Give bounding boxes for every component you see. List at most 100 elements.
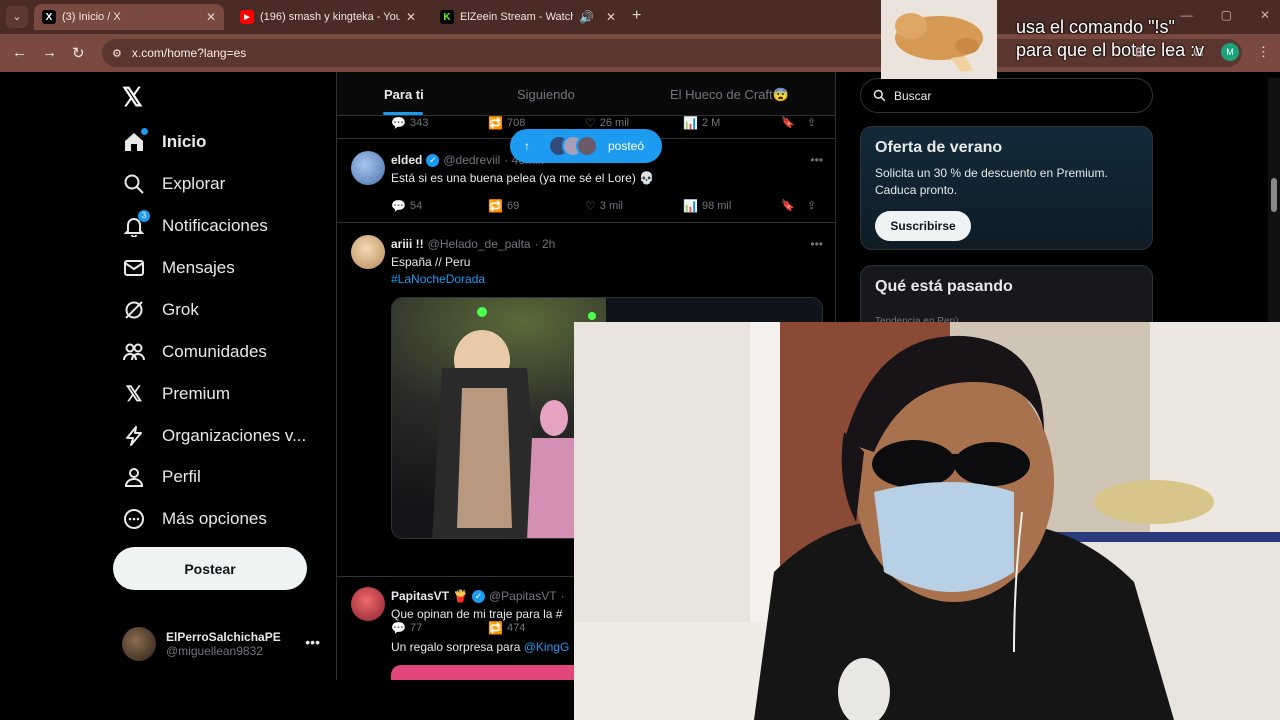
close-icon[interactable]: ✕ (606, 10, 616, 24)
sidebar-item-label: Grok (162, 300, 199, 319)
tab-para-ti[interactable]: Para ti (384, 87, 424, 102)
search-icon (873, 89, 886, 102)
premium-title: Oferta de verano (875, 139, 1003, 156)
site-info-icon[interactable]: ⚙ (112, 47, 122, 60)
search-placeholder: Buscar (894, 88, 932, 103)
sidebar-item-explorar[interactable]: Explorar (122, 169, 225, 199)
browser-tab-x[interactable]: X (3) Inicio / X ✕ (34, 4, 224, 30)
close-icon[interactable]: ✕ (406, 10, 416, 24)
more-dots-icon[interactable]: ••• (810, 153, 823, 167)
trending-title: Qué está pasando (875, 278, 1013, 295)
repost-button[interactable]: 🔁 69 (488, 199, 519, 213)
tweet-actions: 💬 54 🔁 69 ♡ 3 mil 📊 98 mil 🔖 ⇪ (391, 199, 821, 215)
grok-icon (122, 298, 146, 322)
scrollbar-thumb[interactable] (1271, 178, 1277, 212)
more-circle-icon (122, 507, 146, 531)
sleeping-dog-photo (881, 0, 997, 79)
sidebar-item-organizaciones[interactable]: Organizaciones v... (122, 421, 306, 451)
bookmark-icon[interactable]: 🔖 (781, 116, 795, 129)
reply-button[interactable]: 💬 343 (391, 116, 428, 130)
tweet-text-line2: Un regalo sorpresa para @KingG (391, 640, 570, 654)
search-input[interactable]: Buscar (860, 78, 1153, 113)
reply-button[interactable]: 💬 54 (391, 199, 422, 213)
sidebar-item-premium[interactable]: 𝕏 Premium (122, 379, 230, 409)
tweet-author-handle[interactable]: @PapitasVT (489, 589, 557, 603)
mention-link[interactable]: @KingG (524, 640, 570, 654)
views-button[interactable]: 📊 2 M (683, 116, 720, 130)
webcam-feed (574, 322, 1280, 720)
menu-dots-icon[interactable]: ⋮ (1257, 44, 1270, 60)
sidebar-item-mas-opciones[interactable]: Más opciones (122, 504, 267, 534)
bookmark-icon[interactable]: 🔖 (781, 199, 795, 212)
close-window-icon[interactable]: ✕ (1260, 8, 1270, 22)
tab-title: (196) smash y kingteka - YouTu (260, 11, 400, 23)
sidebar-item-label: Explorar (162, 174, 226, 193)
url-text: x.com/home?lang=es (131, 46, 247, 60)
sidebar-item-label: Inicio (162, 132, 207, 151)
tweet-author-handle[interactable]: @dedreviil (443, 153, 500, 167)
speaker-icon[interactable]: 🔊 (579, 10, 594, 24)
tab-siguiendo[interactable]: Siguiendo (517, 87, 575, 102)
more-dots-icon[interactable]: ••• (305, 634, 320, 650)
arrow-up-icon: ↑ (524, 139, 530, 153)
reload-icon[interactable]: ↻ (72, 44, 85, 62)
maximize-icon[interactable]: ▢ (1221, 8, 1232, 22)
x-logo-icon: 𝕏 (125, 382, 143, 406)
sidebar-item-mensajes[interactable]: Mensajes (122, 253, 235, 283)
tweet-author-name[interactable]: elded (391, 153, 422, 167)
browser-tab-kick[interactable]: K ElZeein Stream - Watch Live 🔊 ✕ (432, 4, 624, 30)
tweet-text: España // Peru (391, 255, 471, 269)
profile-avatar[interactable]: M (1221, 43, 1239, 61)
new-posts-avatars (548, 135, 598, 157)
new-posts-label: posteó (608, 139, 645, 153)
sidebar-item-label: Premium (162, 384, 231, 403)
account-switcher[interactable]: ElPerroSalchichaPE @miguellean9832 ••• (122, 624, 322, 664)
views-button[interactable]: 📊 98 mil (683, 199, 731, 213)
close-icon[interactable]: ✕ (206, 10, 216, 24)
subscribe-button[interactable]: Suscribirse (875, 211, 971, 241)
sidebar-item-notificaciones[interactable]: 3 Notificaciones (122, 210, 268, 241)
tweet-author-name[interactable]: ariii !! (391, 237, 424, 251)
tab-title: (3) Inicio / X (62, 11, 121, 23)
repost-button[interactable]: 🔁 708 (488, 116, 525, 130)
tweet-time[interactable]: · (561, 589, 565, 603)
like-button[interactable]: ♡ 3 mil (585, 199, 623, 213)
share-icon[interactable]: ⇪ (807, 199, 816, 212)
avatar[interactable] (351, 587, 385, 621)
reply-icon: 💬 (391, 116, 406, 130)
x-logo-icon[interactable]: 𝕏 (122, 82, 143, 113)
tab-el-hueco-de-craft[interactable]: El Hueco de Craft😨 (670, 87, 789, 103)
account-handle: @miguellean9832 (166, 644, 263, 658)
browser-tab-youtube[interactable]: ▶ (196) smash y kingteka - YouTu ✕ (232, 4, 424, 30)
fries-emoji: 🍟 (453, 589, 468, 603)
tweet-time[interactable]: · 2h (535, 237, 556, 251)
notification-badge: 3 (138, 210, 150, 222)
premium-body: Solicita un 30 % de descuento en Premium… (875, 166, 1108, 197)
avatar[interactable] (351, 151, 385, 185)
like-button[interactable]: ♡ 26 mil (585, 116, 629, 130)
new-tab-button[interactable]: + (632, 7, 641, 25)
back-arrow-icon[interactable]: ← (12, 44, 27, 61)
more-dots-icon[interactable]: ••• (810, 237, 823, 251)
sidebar-item-label: Mensajes (162, 258, 235, 277)
x-favicon-icon: X (42, 10, 56, 24)
sidebar-item-grok[interactable]: Grok (122, 295, 199, 325)
post-button[interactable]: Postear (113, 547, 307, 590)
repost-icon: 🔁 (488, 199, 503, 213)
heart-icon: ♡ (585, 199, 596, 213)
sidebar-item-perfil[interactable]: Perfil (122, 462, 201, 492)
heart-icon: ♡ (585, 116, 596, 130)
tweet-author-name[interactable]: PapitasVT (391, 589, 449, 603)
sidebar-item-comunidades[interactable]: Comunidades (122, 337, 267, 367)
avatar (122, 627, 156, 661)
new-posts-pill[interactable]: ↑ posteó (510, 129, 662, 163)
hashtag-link[interactable]: #LaNocheDorada (391, 272, 485, 286)
tab-search-button[interactable]: ⌄ (6, 6, 28, 28)
forward-arrow-icon[interactable]: → (42, 44, 57, 61)
feed-tabs: Para ti Siguiendo El Hueco de Craft😨 (337, 72, 835, 116)
sidebar-item-inicio[interactable]: Inicio (122, 127, 206, 157)
share-icon[interactable]: ⇪ (807, 116, 816, 129)
avatar[interactable] (351, 235, 385, 269)
tweet-author-handle[interactable]: @Helado_de_palta (428, 237, 531, 251)
tweet-text: Que opinan de mi traje para la # (391, 607, 563, 621)
